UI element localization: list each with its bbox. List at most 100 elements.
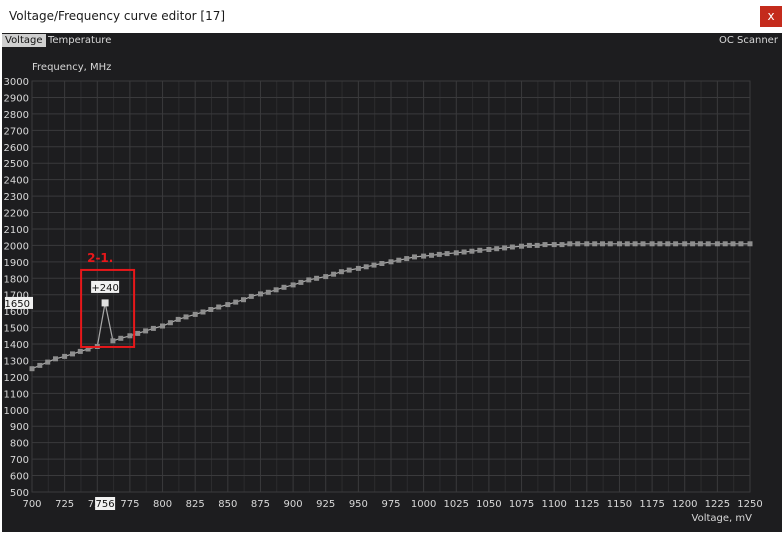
y-tick-label: 2200 — [4, 209, 29, 220]
x-tick-label: 1225 — [705, 499, 730, 510]
y-tick-label: 1400 — [4, 340, 29, 351]
y-tick-label: 800 — [10, 439, 29, 450]
curve-point — [584, 241, 590, 247]
curve-point — [421, 253, 427, 259]
y-tick-label: 600 — [10, 472, 29, 483]
curve-point — [534, 242, 540, 248]
curve-point — [298, 279, 304, 285]
x-tick-label: 1100 — [541, 499, 566, 510]
curve-point — [216, 304, 222, 310]
curve-point — [714, 241, 720, 247]
curve-point — [183, 314, 189, 320]
y-axis-label: Frequency, MHz — [32, 62, 111, 73]
curve-point — [461, 249, 467, 255]
curve-point — [290, 282, 296, 288]
curve-point — [53, 356, 58, 362]
y-tick-label: 2500 — [4, 159, 29, 170]
curve-point — [355, 265, 361, 271]
curve-point — [477, 247, 483, 253]
curve-point — [45, 359, 51, 365]
selected-frequency-label: 1650 — [5, 299, 30, 310]
curve-point — [233, 299, 239, 305]
curve-point — [110, 338, 116, 344]
curve-point — [101, 299, 109, 307]
curve-point — [600, 241, 605, 247]
y-tick-label: 2100 — [4, 225, 29, 236]
x-tick-label: 800 — [153, 499, 172, 510]
y-tick-label: 2700 — [4, 126, 29, 137]
y-tick-label: 500 — [10, 488, 29, 499]
curve-point — [429, 252, 434, 258]
curve-point — [665, 241, 671, 247]
y-tick-label: 1100 — [4, 389, 29, 400]
offset-label: +240 — [91, 283, 118, 294]
curve-point — [730, 241, 736, 247]
curve-point — [273, 287, 279, 293]
curve-point — [519, 243, 524, 249]
curve-point — [150, 325, 156, 331]
curve-point — [705, 241, 711, 247]
y-tick-label: 1000 — [4, 406, 29, 417]
x-tick-label: 875 — [251, 499, 270, 510]
curve-point — [453, 250, 459, 256]
curve-point — [314, 275, 320, 281]
y-tick-label: 1200 — [4, 373, 29, 384]
y-tick-label: 2300 — [4, 192, 29, 203]
x-tick-label: 825 — [186, 499, 205, 510]
curve-point — [127, 333, 133, 339]
y-tick-label: 1300 — [4, 356, 29, 367]
y-tick-label: 2800 — [4, 110, 29, 121]
x-tick-label: 1250 — [737, 499, 762, 510]
x-tick-label: 700 — [22, 499, 41, 510]
curve-point — [469, 248, 475, 254]
vf-curve-chart[interactable]: 500 600 700 800 900 1000 1100 1200 1300 1400 1500 1… — [2, 33, 782, 532]
x-axis-ticks: 7007257507758008258508759009259509751000… — [22, 499, 762, 510]
x-tick-label: 925 — [316, 499, 335, 510]
y-tick-label: 1800 — [4, 274, 29, 285]
curve-point — [200, 309, 206, 315]
close-button[interactable]: x — [760, 6, 782, 27]
curve-point — [135, 330, 141, 336]
curve-point — [29, 366, 35, 372]
y-tick-label: 1900 — [4, 258, 29, 269]
curve-point — [509, 244, 515, 250]
curve-point — [747, 241, 753, 247]
x-tick-label: 975 — [381, 499, 400, 510]
curve-point — [592, 241, 598, 247]
curve-point — [265, 289, 271, 295]
selected-voltage-label: 756 — [96, 499, 115, 510]
editor-panel: Voltage Temperature OC Scanner 500 600 700… — [2, 33, 782, 532]
curve-point — [649, 241, 655, 247]
curve-point — [617, 241, 622, 247]
x-tick-label: 1125 — [574, 499, 599, 510]
x-tick-label: 850 — [218, 499, 237, 510]
curve-point — [542, 242, 548, 248]
curve-point — [379, 261, 385, 266]
window-title: Voltage/Frequency curve editor [17] — [9, 9, 226, 23]
y-tick-label: 2900 — [4, 93, 29, 104]
curve-point — [404, 256, 410, 262]
curve-point — [436, 251, 442, 257]
curve-point — [624, 241, 630, 247]
curve-point — [323, 274, 329, 280]
x-tick-label: 950 — [349, 499, 368, 510]
curve-point — [640, 241, 646, 247]
curve-point — [70, 351, 75, 357]
curve-point — [248, 293, 254, 299]
curve-point — [62, 353, 68, 359]
x-tick-label: 900 — [284, 499, 303, 510]
curve-point — [167, 320, 173, 326]
x-tick-label: 1075 — [509, 499, 534, 510]
y-axis-ticks: 500 600 700 800 900 1000 1100 1200 1300 1400 1500 1… — [4, 77, 29, 499]
annotation-label: 2-1. — [87, 251, 113, 265]
title-bar[interactable]: Voltage/Frequency curve editor [17] x — [0, 0, 784, 33]
curve-point — [607, 241, 613, 247]
curve-point — [281, 284, 287, 290]
curve-point — [673, 241, 679, 247]
vf-curve-editor-window: Voltage/Frequency curve editor [17] x Vo… — [0, 0, 784, 534]
curve-point — [551, 242, 557, 248]
curve-point — [371, 262, 377, 268]
curve-point — [160, 323, 165, 329]
curve-point — [526, 242, 532, 248]
curve-point — [567, 241, 573, 247]
